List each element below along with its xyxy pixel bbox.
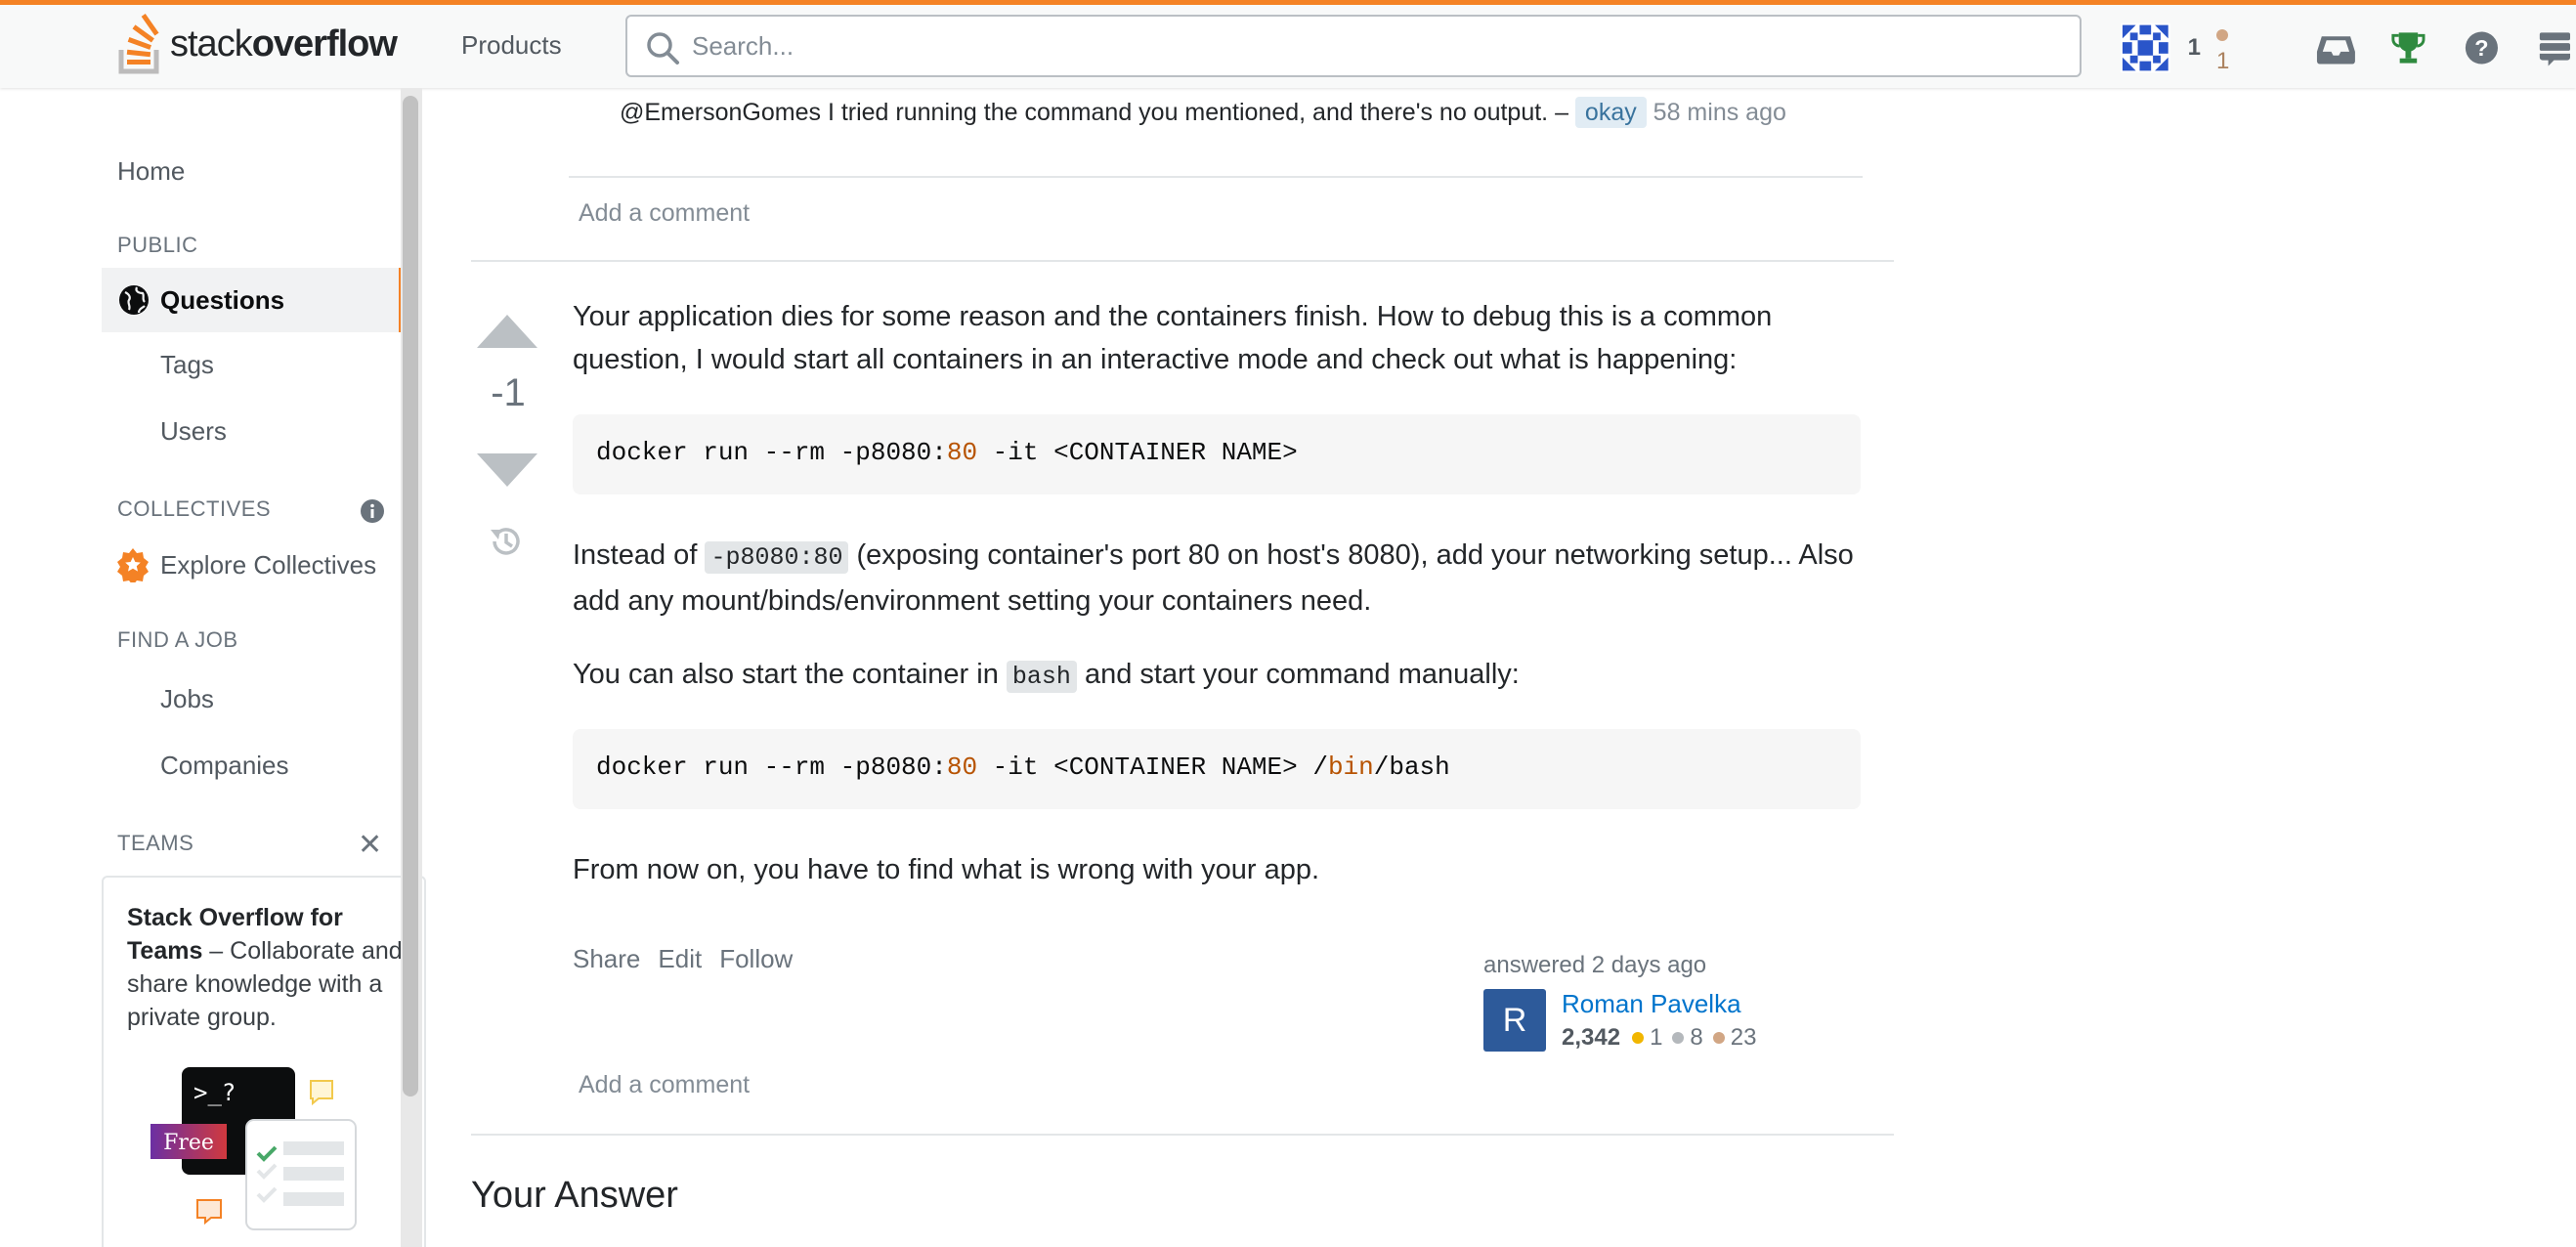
close-icon[interactable]: ✕ (358, 831, 382, 860)
share-link[interactable]: Share (573, 944, 640, 974)
inline-code-bash: bash (1006, 661, 1077, 693)
history-icon[interactable] (487, 522, 526, 561)
top-right-controls: 1 1 ? (2121, 19, 2576, 77)
silver-badge-count: 8 (1690, 1024, 1703, 1051)
answer-divider (471, 1134, 1894, 1136)
bronze-badge-count: 1 (2216, 21, 2247, 75)
add-comment-link-top[interactable]: Add a comment (579, 199, 750, 228)
comment-item: @EmersonGomes I tried running the comman… (620, 94, 1861, 131)
logo-text: stackoverflow (170, 22, 398, 64)
add-comment-link[interactable]: Add a comment (579, 1071, 750, 1099)
gold-badge-count: 1 (1650, 1024, 1663, 1051)
search-icon (647, 32, 679, 64)
your-answer-heading: Your Answer (471, 1175, 678, 1216)
answer-paragraph-4: From now on, you have to find what is wr… (573, 854, 1320, 885)
stackoverflow-logo-icon (118, 14, 159, 74)
public-heading: PUBLIC (117, 233, 198, 257)
inbox-icon[interactable] (2315, 26, 2357, 69)
nav-explore-collectives[interactable]: Explore Collectives (115, 547, 376, 582)
post-divider (471, 260, 1894, 262)
answered-time: answered 2 days ago (1483, 952, 1707, 978)
nav-jobs[interactable]: Jobs (160, 684, 214, 714)
help-icon[interactable]: ? (2461, 26, 2503, 69)
user-name-link[interactable]: Roman Pavelka (1562, 989, 1741, 1019)
nav-users[interactable]: Users (160, 416, 227, 447)
nav-home[interactable]: Home (117, 156, 185, 187)
teams-promo-text: Stack Overflow for Teams – Collaborate a… (127, 904, 403, 1031)
answer-paragraph-2: Instead of -p8080:80 (exposing container… (573, 539, 1854, 617)
teams-illustration: >_? Free (150, 1067, 357, 1230)
top-bar: stackoverflow Products 1 1 (0, 0, 2576, 88)
nav-companies[interactable]: Companies (160, 751, 289, 781)
achievements-icon[interactable] (2387, 26, 2429, 69)
free-badge: Free (163, 1131, 214, 1155)
answer-paragraph-3: You can also start the container in bash… (573, 659, 1520, 693)
bronze-badge-icon (1712, 1032, 1725, 1044)
nav-questions-label: Questions (160, 284, 285, 315)
upvote-icon[interactable] (475, 311, 539, 350)
vote-count: -1 (491, 371, 526, 414)
collectives-star-icon (117, 548, 149, 582)
find-job-heading: FIND A JOB (117, 627, 238, 652)
code-block-2: docker run --rm -p8080:80 -it <CONTAINER… (573, 729, 1861, 809)
site-switcher-icon[interactable] (2534, 26, 2576, 69)
globe-icon (119, 285, 149, 315)
bronze-badge-count: 23 (1730, 1024, 1757, 1051)
sidebar-scrollbar-thumb[interactable] (403, 96, 418, 1096)
teams-heading: TEAMS (117, 831, 194, 855)
answer-paragraph-1: Your application dies for some reason an… (573, 301, 1773, 375)
search-box[interactable] (625, 15, 2082, 77)
explore-collectives-label: Explore Collectives (160, 549, 377, 580)
reputation-score: 2,342 (1562, 1024, 1621, 1051)
collectives-heading: COLLECTIVES (117, 496, 272, 521)
gold-badge-icon (1632, 1032, 1645, 1044)
edit-link[interactable]: Edit (658, 944, 702, 974)
site-logo[interactable]: stackoverflow (115, 13, 398, 75)
user-avatar-icon[interactable] (2121, 22, 2170, 73)
info-icon[interactable] (360, 498, 385, 524)
inline-code-port: -p8080:80 (705, 541, 849, 574)
post-actions: Share Edit Follow (573, 944, 793, 974)
comment-author-link[interactable]: okay (1574, 97, 1647, 128)
teams-promo-card[interactable]: Stack Overflow for Teams – Collaborate a… (102, 876, 426, 1247)
search-input[interactable] (692, 26, 2040, 65)
downvote-icon[interactable] (475, 452, 539, 491)
comment-divider (569, 176, 1863, 178)
follow-link[interactable]: Follow (719, 944, 793, 974)
user-reputation: 2,342 1 8 23 (1562, 1024, 1756, 1052)
nav-tags[interactable]: Tags (160, 350, 214, 380)
comment-text: @EmersonGomes I tried running the comman… (620, 99, 1575, 126)
code-block-1: docker run --rm -p8080:80 -it <CONTAINER… (573, 414, 1861, 494)
comment-time: 58 mins ago (1646, 99, 1786, 126)
nav-questions[interactable]: Questions (102, 268, 405, 332)
terminal-text: >_? (193, 1079, 236, 1106)
svg-text:?: ? (2475, 35, 2489, 61)
silver-badge-icon (1672, 1032, 1685, 1044)
reputation-count[interactable]: 1 (2188, 34, 2201, 62)
products-menu[interactable]: Products (461, 30, 562, 61)
left-sidebar: Home PUBLIC Questions Tags Users COLLECT… (0, 88, 426, 1247)
avatar[interactable]: R (1483, 989, 1546, 1052)
